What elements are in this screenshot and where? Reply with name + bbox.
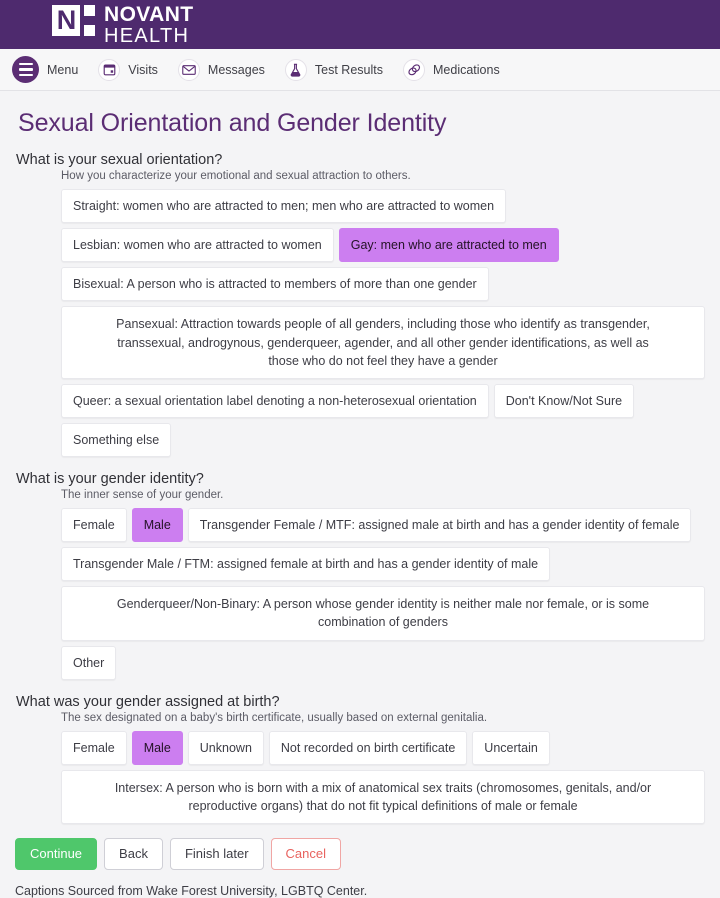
form-actions: Continue Back Finish later Cancel: [15, 838, 720, 870]
nav-item-menu[interactable]: Menu: [8, 56, 89, 83]
envelope-icon: [177, 58, 200, 81]
logo-novant-text: NOVANT: [104, 3, 194, 26]
option-chip[interactable]: Transgender Female / MTF: assigned male …: [187, 508, 692, 543]
question-help-text: The inner sense of your gender.: [61, 489, 224, 501]
novant-health-logo[interactable]: N NOVANT HEALTH: [52, 3, 194, 46]
option-chip-selected[interactable]: Gay: men who are attracted to men: [338, 228, 559, 263]
hamburger-menu-icon[interactable]: [12, 56, 39, 83]
question-help-text: The sex designated on a baby's birth cer…: [61, 711, 488, 724]
logo-squares-icon: [84, 4, 95, 36]
flask-icon: [284, 58, 307, 81]
option-chip[interactable]: Bisexual: A person who is attracted to m…: [61, 267, 489, 302]
question-help-text: How you characterize your emotional and …: [61, 170, 411, 182]
page-content: Sexual Orientation and Gender Identity W…: [0, 91, 720, 824]
nav-label-messages: Messages: [207, 62, 265, 77]
option-chip[interactable]: Don't Know/Not Sure: [493, 383, 635, 418]
question-title: What is your sexual orientation?: [16, 152, 223, 168]
option-chip[interactable]: Lesbian: women who are attracted to wome…: [61, 228, 334, 263]
option-chip-selected[interactable]: Male: [131, 730, 183, 765]
page-title: Sexual Orientation and Gender Identity: [18, 109, 447, 137]
option-chip[interactable]: Not recorded on birth certificate: [268, 730, 468, 765]
question-block: What is your sexual orientation? How you …: [15, 152, 705, 457]
finish-later-button[interactable]: Finish later: [169, 838, 264, 870]
option-chip-selected[interactable]: Male: [131, 508, 183, 543]
option-chip[interactable]: Intersex: A person who is born with a mi…: [61, 769, 705, 824]
brand-header: N NOVANT HEALTH: [0, 0, 720, 49]
logo-wordmark: NOVANT HEALTH: [104, 3, 194, 46]
nav-label-visits: Visits: [128, 62, 158, 77]
nav-label-test-results: Test Results: [314, 62, 383, 77]
question-title: What is your gender identity?: [16, 471, 204, 487]
logo-mark: N: [52, 3, 95, 37]
cancel-button[interactable]: Cancel: [270, 838, 341, 870]
nav-item-messages[interactable]: Messages: [177, 58, 276, 81]
option-chip[interactable]: Other: [61, 645, 117, 680]
captions-source-note: Captions Sourced from Wake Forest Univer…: [15, 883, 368, 898]
logo-letter-n: N: [52, 4, 80, 36]
continue-button[interactable]: Continue: [15, 838, 98, 870]
option-chip[interactable]: Transgender Male / FTM: assigned female …: [61, 547, 551, 582]
option-chip[interactable]: Female: [61, 730, 127, 765]
nav-item-visits[interactable]: Visits: [98, 58, 169, 81]
option-group: Female Male Unknown Not recorded on birth c…: [61, 730, 705, 824]
option-group: Straight: women who are attracted to men…: [61, 189, 705, 457]
back-button[interactable]: Back: [104, 838, 163, 870]
option-chip[interactable]: Female: [61, 508, 127, 543]
pills-icon: [403, 58, 425, 81]
nav-label-menu: Menu: [47, 62, 79, 77]
option-chip[interactable]: Unknown: [187, 730, 264, 765]
option-chip[interactable]: Pansexual: Attraction towards people of …: [61, 306, 705, 379]
option-chip[interactable]: Queer: a sexual orientation label denoti…: [61, 383, 489, 418]
option-chip[interactable]: Uncertain: [472, 730, 550, 765]
main-navigation: Menu Visits Messages Test Results Medica…: [0, 49, 720, 91]
option-group: Female Male Transgender Female / MTF: assi…: [61, 508, 705, 680]
logo-health-text: HEALTH: [104, 25, 190, 47]
option-chip[interactable]: Straight: women who are attracted to men…: [61, 189, 507, 224]
question-title: What was your gender assigned at birth?: [16, 693, 280, 710]
nav-item-medications[interactable]: Medications: [403, 58, 511, 81]
calendar-icon: [98, 58, 121, 81]
question-block: What is your gender identity? The inner s…: [15, 471, 705, 680]
questions-container: What is your sexual orientation? How you …: [15, 152, 705, 824]
nav-label-medications: Medications: [433, 62, 500, 77]
option-chip[interactable]: Genderqueer/Non-Binary: A person whose g…: [61, 586, 705, 641]
option-chip[interactable]: Something else: [61, 422, 172, 457]
nav-item-test-results[interactable]: Test Results: [284, 58, 394, 81]
question-block: What was your gender assigned at birth? T…: [15, 694, 705, 824]
